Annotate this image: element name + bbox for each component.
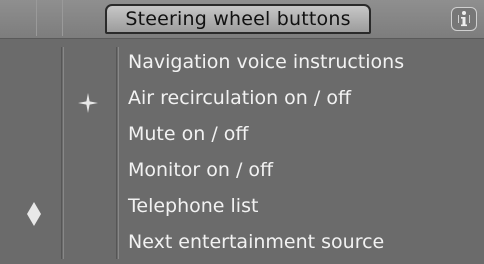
rail-divider [61, 47, 62, 259]
diamond-icon [27, 202, 41, 226]
menu-item-next-entertainment-source[interactable]: Next entertainment source [128, 224, 404, 260]
info-button[interactable] [451, 7, 477, 31]
menu-item-air-recirculation[interactable]: Air recirculation on / off [128, 80, 404, 116]
title-bar: Steering wheel buttons [0, 0, 484, 39]
menu-item-mute[interactable]: Mute on / off [128, 116, 404, 152]
page-title: Steering wheel buttons [125, 8, 351, 30]
menu-item-telephone-list[interactable]: Telephone list [128, 188, 404, 224]
header-divider [36, 0, 37, 36]
info-icon [458, 11, 470, 27]
menu-item-navigation-voice-instructions[interactable]: Navigation voice instructions [128, 44, 404, 80]
menu-item-monitor[interactable]: Monitor on / off [128, 152, 404, 188]
header-divider [62, 0, 63, 36]
rail-divider [116, 47, 117, 259]
rail-divider [63, 47, 64, 259]
rail-divider [118, 47, 119, 259]
steering-wheel-buttons-screen: Steering wheel buttons Navigation voice … [0, 0, 484, 264]
menu-list: Navigation voice instructions Air recirc… [128, 44, 404, 260]
title-tab[interactable]: Steering wheel buttons [105, 4, 371, 34]
star-icon [78, 93, 98, 113]
